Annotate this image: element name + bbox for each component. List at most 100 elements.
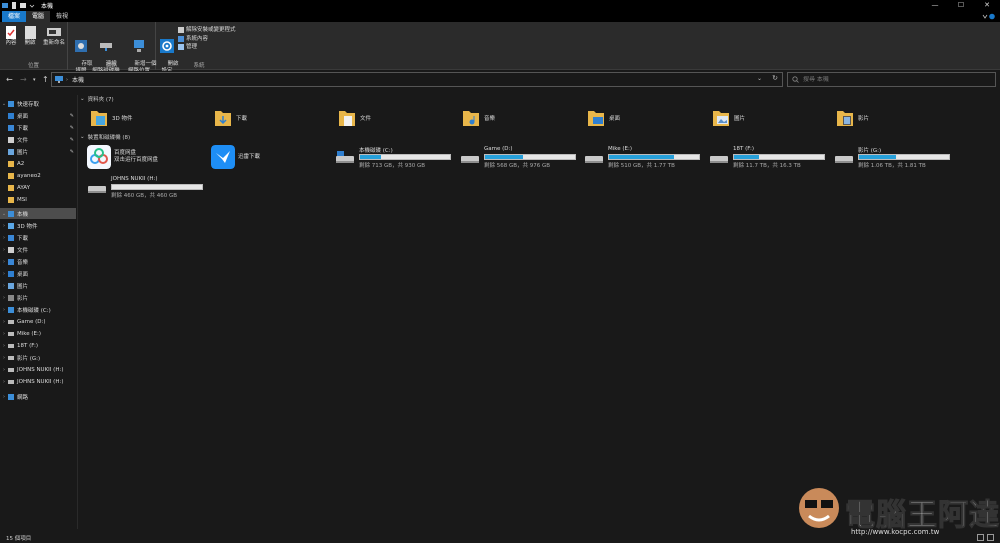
maximize-button[interactable]: ☐ [948, 0, 974, 11]
minimize-button[interactable]: — [922, 0, 948, 11]
folders-section-header[interactable]: ⌄ 資料夾 (7) [80, 95, 114, 103]
media-icon [75, 40, 87, 52]
chevron-right-icon[interactable]: › [0, 355, 8, 361]
nav-external-drive-h[interactable]: › JOHNS NUKII (H:) [0, 376, 76, 387]
folder-desktop[interactable]: 桌面 [587, 107, 707, 129]
nav-desktop[interactable]: 桌面 ✎ [0, 110, 76, 121]
nav-pc-pictures[interactable]: › 圖片 [0, 280, 76, 291]
nav-3d-objects[interactable]: › 3D 物件 [0, 220, 76, 231]
pane-divider[interactable] [77, 95, 78, 529]
folder-music[interactable]: 音樂 [462, 107, 582, 129]
search-box[interactable] [787, 72, 996, 87]
nav-drive-h[interactable]: › JOHNS NUKII (H:) [0, 364, 76, 375]
close-button[interactable]: ✕ [974, 0, 1000, 11]
folder-3d-objects[interactable]: 3D 物件 [90, 107, 210, 129]
nav-pc-desktop[interactable]: › 桌面 [0, 268, 76, 279]
chevron-down-icon[interactable]: ⌄ [80, 96, 85, 102]
drive-free-space: 剩餘 568 GB，共 976 GB [484, 163, 551, 169]
drive-tile[interactable]: Game (D:) 剩餘 568 GB，共 976 GB [460, 146, 580, 169]
nav-documents[interactable]: 文件 ✎ [0, 134, 76, 145]
open-button[interactable]: 開啟 [22, 25, 38, 47]
nav-pc-downloads[interactable]: › 下載 [0, 232, 76, 243]
nav-pc-documents[interactable]: › 文件 [0, 244, 76, 255]
chevron-right-icon[interactable]: › [0, 271, 8, 277]
chevron-down-icon[interactable]: ⌄ [80, 134, 85, 140]
drive-tile[interactable]: JOHNS NUKII (H:) 剩餘 460 GB，共 460 GB [87, 176, 207, 199]
explorer-icon [2, 3, 8, 8]
chevron-right-icon[interactable]: › [0, 235, 8, 241]
nav-videos[interactable]: › 影片 [0, 292, 76, 303]
rename-button[interactable]: 重新命名 [40, 25, 68, 47]
nav-network[interactable]: › 網路 [0, 391, 76, 402]
new-folder-icon[interactable] [20, 2, 26, 9]
chevron-right-icon[interactable]: › [0, 307, 8, 313]
properties-icon[interactable] [11, 2, 17, 9]
tab-file[interactable]: 檔案 [2, 11, 27, 22]
nav-pictures[interactable]: 圖片 ✎ [0, 146, 76, 157]
system-properties-button[interactable]: 系統內容 [178, 35, 236, 44]
folder-videos[interactable]: 影片 [836, 107, 956, 129]
chevron-right-icon[interactable]: › [0, 319, 8, 325]
nav-folder-ayaneo2[interactable]: ayaneo2 [0, 170, 76, 181]
breadcrumb[interactable]: 本機 [72, 75, 84, 84]
mascot-face-icon [799, 488, 839, 528]
nav-drive-c[interactable]: › 本機磁碟 (C:) [0, 304, 76, 315]
chevron-right-icon[interactable]: › [0, 379, 8, 385]
drive-usage-fill [859, 155, 896, 159]
drive-icon [8, 355, 14, 360]
chevron-right-icon[interactable]: › [0, 295, 8, 301]
folder-documents[interactable]: 文件 [338, 107, 458, 129]
drive-name: 本機磁碟 (C:) [359, 148, 393, 154]
back-arrow-icon[interactable]: ← [6, 75, 13, 85]
manage-button[interactable]: 管理 [178, 43, 236, 52]
folder-pictures[interactable]: 圖片 [712, 107, 832, 129]
chevron-right-icon[interactable]: › [0, 367, 8, 373]
nav-this-pc[interactable]: ⌄ 本機 [0, 208, 76, 219]
app-xunlei[interactable]: 迅雷下載 [211, 144, 331, 170]
address-bar[interactable]: › 本機 ⌄ ↻ [51, 72, 783, 87]
recent-locations-chevron-icon[interactable]: ▾ [33, 75, 36, 85]
drive-name: Game (D:) [484, 146, 513, 152]
nav-folder-msi[interactable]: MSI [0, 194, 76, 205]
devices-section-header[interactable]: ⌄ 裝置和磁碟機 (8) [80, 133, 130, 141]
address-dropdown-icon[interactable]: ⌄ [757, 75, 762, 82]
documents-folder-icon [339, 111, 355, 126]
chevron-right-icon[interactable]: › [0, 223, 8, 229]
chevron-right-icon[interactable]: › [0, 283, 8, 289]
drive-tile[interactable]: 18T (F:) 剩餘 11.7 TB，共 16.3 TB [709, 146, 829, 169]
drive-tile[interactable]: 本機磁碟 (C:) 剩餘 713 GB，共 930 GB [335, 146, 455, 169]
chevron-down-icon[interactable]: ⌄ [0, 211, 8, 217]
help-icon[interactable] [982, 13, 996, 20]
breadcrumb-chevron-icon[interactable]: › [66, 77, 68, 83]
chevron-down-icon[interactable] [29, 2, 35, 9]
search-input[interactable] [803, 76, 983, 83]
refresh-icon[interactable]: ↻ [772, 74, 778, 82]
tab-view[interactable]: 檢視 [50, 11, 74, 22]
nav-drive-g[interactable]: › 影片 (G:) [0, 352, 76, 363]
chevron-right-icon[interactable]: › [0, 394, 8, 400]
chevron-right-icon[interactable]: › [0, 247, 8, 253]
ribbon: 內容 開啟 重新命名 位置 存取 媒體 連線 網路磁碟機 新增一個 網路位置 網… [0, 22, 1000, 74]
uninstall-button[interactable]: 解除安裝或變更程式 [178, 26, 236, 35]
app-baidu-netdisk[interactable]: 百度网盘 双击运行百度网盘 [87, 144, 207, 170]
properties-button[interactable]: 內容 [3, 25, 19, 47]
chevron-right-icon[interactable]: › [0, 259, 8, 265]
forward-arrow-icon[interactable]: → [20, 75, 27, 85]
chevron-right-icon[interactable]: › [0, 331, 8, 337]
drive-usage-bar [733, 154, 825, 160]
drive-tile[interactable]: 影片 (G:) 剩餘 1.06 TB，共 1.81 TB [834, 146, 954, 169]
nav-music[interactable]: › 音樂 [0, 256, 76, 267]
nav-drive-d[interactable]: › Game (D:) [0, 316, 76, 327]
up-arrow-icon[interactable]: ↑ [42, 75, 49, 85]
tab-computer[interactable]: 電腦 [26, 11, 51, 22]
drive-tile[interactable]: Mike (E:) 剩餘 510 GB，共 1.77 TB [584, 146, 704, 169]
nav-folder-ayay[interactable]: AYAY [0, 182, 76, 193]
folder-downloads[interactable]: 下載 [214, 107, 334, 129]
chevron-right-icon[interactable]: › [0, 343, 8, 349]
nav-drive-e[interactable]: › Mike (E:) [0, 328, 76, 339]
nav-folder-a2[interactable]: A2 [0, 158, 76, 169]
nav-downloads[interactable]: 下載 ✎ [0, 122, 76, 133]
nav-drive-f[interactable]: › 18T (F:) [0, 340, 76, 351]
chevron-down-icon[interactable]: ⌄ [0, 101, 8, 107]
nav-quick-access[interactable]: ⌄ 快速存取 [0, 98, 76, 109]
